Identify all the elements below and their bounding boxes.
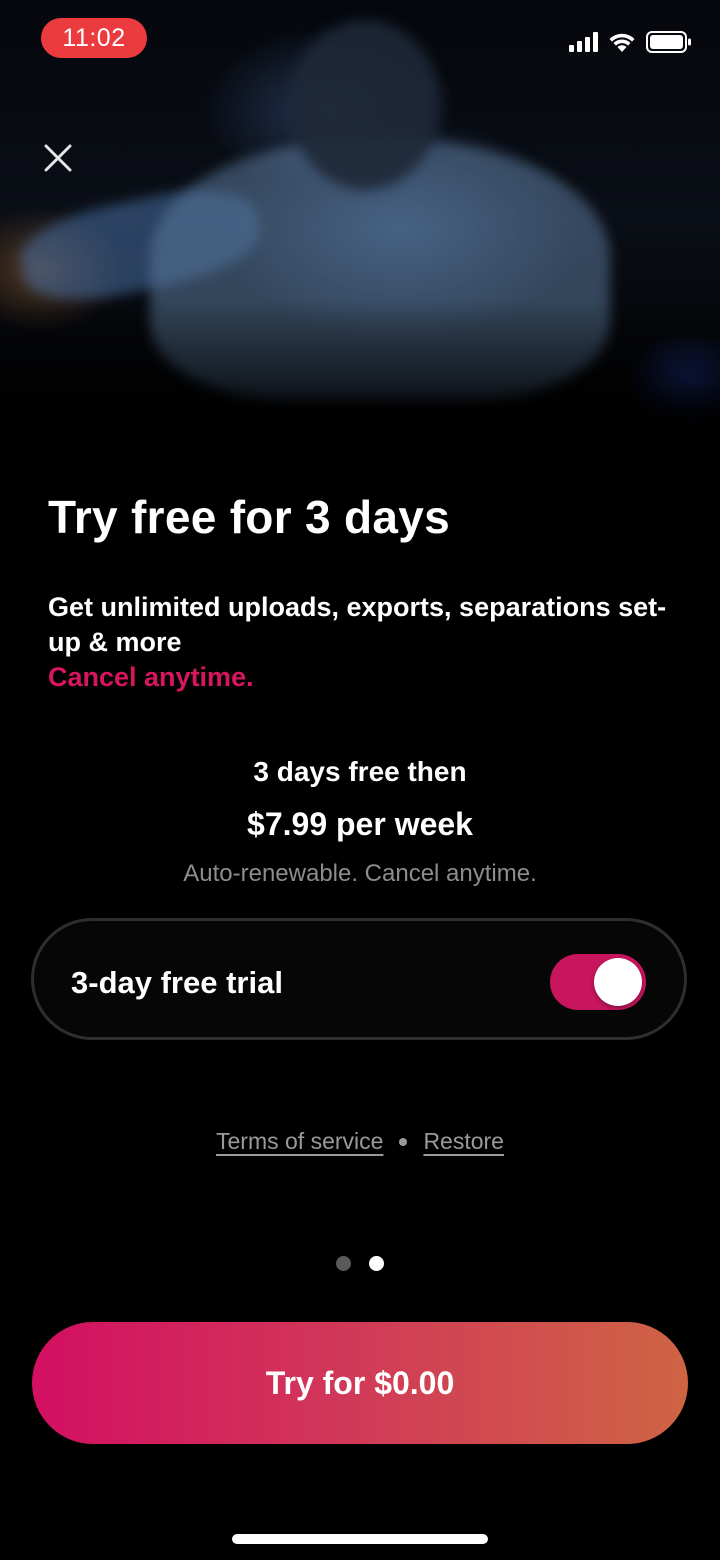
feature-text: Get unlimited uploads, exports, separati… bbox=[48, 592, 667, 657]
page-title: Try free for 3 days bbox=[48, 491, 451, 543]
wifi-icon bbox=[609, 33, 635, 52]
start-trial-button[interactable]: Try for $0.00 bbox=[32, 1322, 688, 1444]
offer-renewal-note: Auto-renewable. Cancel anytime. bbox=[183, 860, 537, 887]
feature-description: Get unlimited uploads, exports, separati… bbox=[48, 590, 688, 695]
close-button[interactable] bbox=[36, 136, 80, 180]
status-icons bbox=[569, 30, 692, 54]
terms-of-service-link[interactable]: Terms of service bbox=[216, 1128, 383, 1155]
offer-price: $7.99 per week bbox=[247, 806, 473, 842]
hero-fade-overlay bbox=[0, 300, 720, 440]
home-indicator[interactable] bbox=[232, 1534, 488, 1544]
offer-headline: 3 days free then bbox=[253, 756, 467, 787]
page-indicator bbox=[0, 1256, 720, 1271]
close-icon bbox=[44, 144, 72, 172]
restore-link[interactable]: Restore bbox=[423, 1128, 504, 1155]
toggle-knob bbox=[594, 958, 642, 1006]
cellular-signal-icon bbox=[569, 32, 598, 52]
cancel-anytime-text: Cancel anytime. bbox=[48, 662, 254, 692]
free-trial-label: 3-day free trial bbox=[71, 965, 283, 1000]
battery-icon bbox=[646, 31, 691, 53]
hero-figure-head bbox=[290, 20, 440, 190]
legal-links: Terms of service Restore bbox=[0, 1128, 720, 1155]
page-dot-active[interactable] bbox=[369, 1256, 384, 1271]
page-dot[interactable] bbox=[336, 1256, 351, 1271]
free-trial-option[interactable]: 3-day free trial bbox=[31, 918, 687, 1040]
hero-image bbox=[0, 0, 720, 440]
free-trial-toggle[interactable] bbox=[550, 954, 646, 1010]
status-time: 11:02 bbox=[41, 18, 147, 58]
link-separator-dot bbox=[399, 1137, 408, 1146]
